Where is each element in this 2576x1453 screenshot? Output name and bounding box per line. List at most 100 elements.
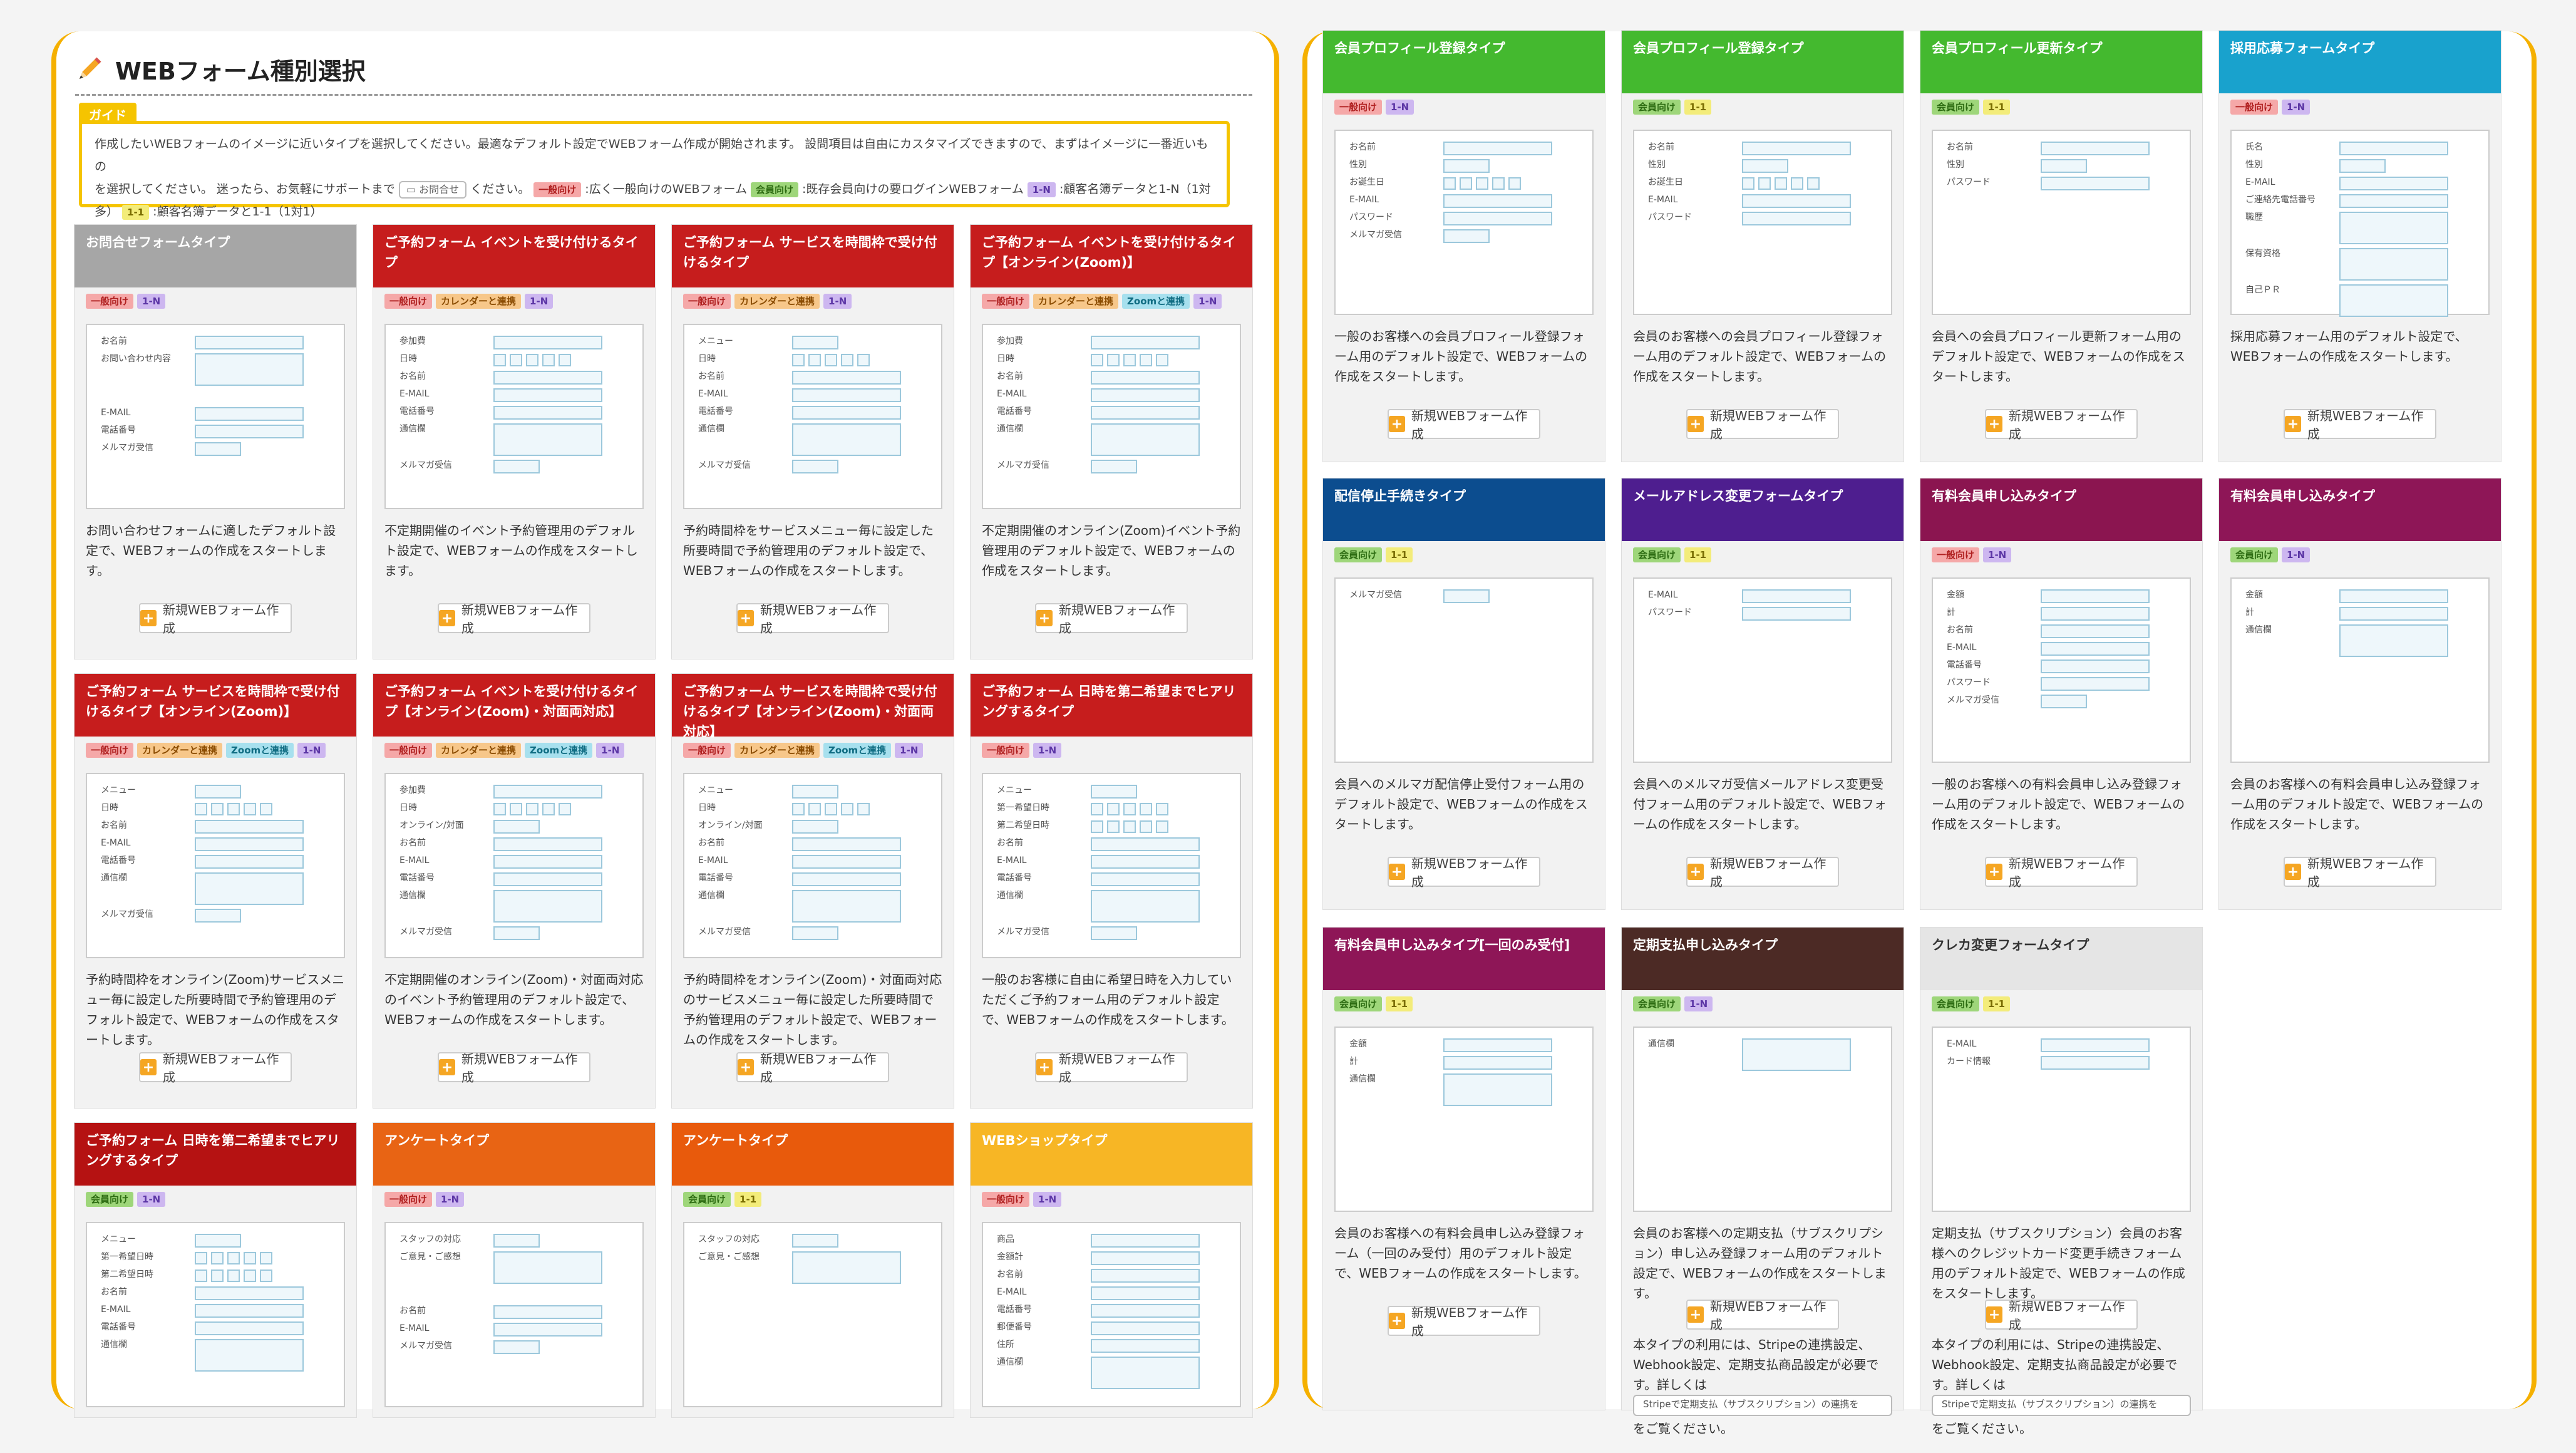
card-description: 一般のお客様への会員プロフィール登録フォーム用のデフォルト設定で、WEBフォーム… xyxy=(1334,329,1588,384)
card-title[interactable]: お問合せフォームタイプ xyxy=(75,225,356,287)
preview-input-box xyxy=(493,371,602,385)
card-title[interactable]: 採用応募フォームタイプ xyxy=(2219,31,2501,93)
new-webform-button-label: 新規WEBフォーム作成 xyxy=(1411,856,1528,889)
form-type-card: アンケートタイプ 会員向け 1-1 スタッフの対応 ご意見・ご感想 xyxy=(671,1122,954,1418)
card-title[interactable]: 配信停止手続きタイプ xyxy=(1323,478,1605,541)
preview-field-label: メニュー xyxy=(101,785,136,795)
new-webform-button[interactable]: + 新規WEBフォーム作成 xyxy=(2284,856,2436,889)
form-preview[interactable]: スタッフの対応 ご意見・ご感想 お名前 E-MAIL メルマガ受信 xyxy=(384,1222,644,1407)
card-tags: 一般向け 1-N xyxy=(373,1186,655,1217)
preview-field-label: パスワード xyxy=(1947,177,1991,187)
card-title[interactable]: 有料会員申し込みタイプ xyxy=(1920,478,2202,541)
form-preview[interactable]: メニュー 日時 お名前 E-MAIL 電話番号 通信欄 メルマガ受信 xyxy=(86,773,345,958)
form-preview[interactable]: 氏名 性別 E-MAIL ご連絡先電話番号 職歴 保有資格 自己ＰＲ xyxy=(2230,130,2490,317)
form-preview[interactable]: お名前 性別 パスワード xyxy=(1932,130,2191,315)
form-preview[interactable]: E-MAIL カード情報 xyxy=(1932,1026,2191,1212)
chat-icon: ▭ xyxy=(406,183,420,195)
form-preview[interactable]: 通信欄 xyxy=(1633,1026,1892,1212)
new-webform-button[interactable]: + 新規WEBフォーム作成 xyxy=(1035,1052,1188,1085)
card-title[interactable]: ご予約フォーム サービスを時間枠で受け付けるタイプ【オンライン(Zoom)】 xyxy=(75,674,356,737)
preview-field-row: 通信欄 xyxy=(399,888,629,924)
new-webform-button[interactable]: + 新規WEBフォーム作成 xyxy=(1985,1299,2138,1332)
card-tag: 一般向け xyxy=(86,294,134,309)
form-preview[interactable]: メニュー 第一希望日時 第二希望日時 お名前 E-MAIL 電話番号 通信欄 xyxy=(86,1222,345,1407)
preview-input-box xyxy=(195,1339,304,1372)
card-title[interactable]: ご予約フォーム イベントを受け付けるタイプ【オンライン(Zoom)】 xyxy=(971,225,1252,287)
new-webform-button[interactable]: + 新規WEBフォーム作成 xyxy=(1388,856,1540,889)
form-preview[interactable]: E-MAIL パスワード xyxy=(1633,577,1892,763)
card-title[interactable]: アンケートタイプ xyxy=(672,1123,954,1186)
preview-input-box xyxy=(792,872,901,886)
preview-date-box xyxy=(1140,354,1152,366)
card-tag: 1-1 xyxy=(734,1192,762,1207)
inquiry-button[interactable]: ▭ お問合せ xyxy=(398,180,467,199)
form-preview[interactable]: 参加費 日時 お名前 E-MAIL 電話番号 通信欄 メルマガ受信 xyxy=(982,324,1241,509)
preview-field-label: お名前 xyxy=(399,1306,426,1316)
form-preview[interactable]: 商品 金額計 お名前 E-MAIL 電話番号 郵便番号 住所 通信欄 xyxy=(982,1222,1241,1407)
card-title[interactable]: ご予約フォーム イベントを受け付けるタイプ【オンライン(Zoom)・対面両対応】 xyxy=(373,674,655,737)
new-webform-button[interactable]: + 新規WEBフォーム作成 xyxy=(736,602,889,636)
preview-date-box xyxy=(841,354,853,366)
form-preview[interactable]: メルマガ受信 xyxy=(1334,577,1594,763)
card-title[interactable]: クレカ変更フォームタイプ xyxy=(1920,928,2202,990)
form-preview[interactable]: メニュー 日時 お名前 E-MAIL 電話番号 通信欄 メルマガ受信 xyxy=(683,324,942,509)
card-title[interactable]: ご予約フォーム 日時を第二希望までヒアリングするタイプ xyxy=(75,1123,356,1186)
new-webform-button[interactable]: + 新規WEBフォーム作成 xyxy=(438,602,590,636)
card-title[interactable]: 定期支払申し込みタイプ xyxy=(1622,928,1904,990)
form-preview[interactable]: お名前 お問い合わせ内容 E-MAIL 電話番号 メルマガ受信 xyxy=(86,324,345,509)
card-title[interactable]: ご予約フォーム サービスを時間枠で受け付けるタイプ xyxy=(672,225,954,287)
form-preview[interactable]: お名前 性別 お誕生日 E-MAIL パスワード xyxy=(1633,130,1892,315)
form-preview[interactable]: メニュー 日時 オンライン/対面 お名前 E-MAIL 電話番号 通信欄 メルマガ受信 xyxy=(683,773,942,958)
new-webform-button[interactable]: + 新規WEBフォーム作成 xyxy=(1686,856,1839,889)
new-webform-button[interactable]: + 新規WEBフォーム作成 xyxy=(139,602,292,636)
card-title[interactable]: WEBショップタイプ xyxy=(971,1123,1252,1186)
preview-field-row: E-MAIL xyxy=(1947,1037,2176,1054)
card-title[interactable]: ご予約フォーム サービスを時間枠で受け付けるタイプ【オンライン(Zoom)・対面… xyxy=(672,674,954,739)
card-tags: 会員向け 1-N xyxy=(2219,541,2501,572)
card-tags: 会員向け 1-1 xyxy=(1323,990,1605,1021)
preview-input-box xyxy=(1091,1357,1200,1389)
new-webform-button[interactable]: + 新規WEBフォーム作成 xyxy=(139,1052,292,1085)
form-preview[interactable]: 参加費 日時 お名前 E-MAIL 電話番号 通信欄 メルマガ受信 xyxy=(384,324,644,509)
preview-field-row: メルマガ受信 xyxy=(399,458,629,475)
new-webform-button[interactable]: + 新規WEBフォーム作成 xyxy=(1686,1299,1839,1332)
new-webform-button[interactable]: + 新規WEBフォーム作成 xyxy=(1388,1305,1540,1338)
card-title[interactable]: ご予約フォーム 日時を第二希望までヒアリングするタイプ xyxy=(971,674,1252,737)
new-webform-button-label: 新規WEBフォーム作成 xyxy=(760,1052,877,1085)
stripe-guide-link[interactable]: Stripeで定期支払（サブスクリプション）の連携を xyxy=(1932,1395,2191,1416)
card-title[interactable]: 有料会員申し込みタイプ[一回のみ受付] xyxy=(1323,928,1605,990)
preview-date-box xyxy=(510,354,522,366)
form-preview[interactable]: 金額計通信欄 xyxy=(2230,577,2490,763)
form-preview[interactable]: スタッフの対応 ご意見・ご感想 xyxy=(683,1222,942,1407)
card-title[interactable]: メールアドレス変更フォームタイプ xyxy=(1622,478,1904,541)
new-webform-button[interactable]: + 新規WEBフォーム作成 xyxy=(1035,602,1188,636)
form-preview[interactable]: 金額計お名前 E-MAIL 電話番号 パスワード メルマガ受信 xyxy=(1932,577,2191,763)
new-webform-button[interactable]: + 新規WEBフォーム作成 xyxy=(1985,856,2138,889)
plus-icon: + xyxy=(1389,864,1405,880)
card-title[interactable]: 会員プロフィール登録タイプ xyxy=(1323,31,1605,93)
card-description: 採用応募フォーム用のデフォルト設定で、WEBフォームの作成をスタートします。 xyxy=(2230,329,2468,364)
new-webform-button[interactable]: + 新規WEBフォーム作成 xyxy=(1985,408,2138,442)
new-webform-button[interactable]: + 新規WEBフォーム作成 xyxy=(2284,408,2436,442)
form-preview[interactable]: 参加費 日時 オンライン/対面 お名前 E-MAIL 電話番号 通信欄 メルマガ受信 xyxy=(384,773,644,958)
preview-field-row: 職歴 xyxy=(2245,210,2475,246)
form-preview[interactable]: お名前 性別 お誕生日 E-MAIL パスワード メルマガ受信 xyxy=(1334,130,1594,315)
preview-field-row: メニュー xyxy=(101,1232,330,1249)
preview-field-row: オンライン/対面 xyxy=(698,818,927,835)
preview-field-row: 電話番号 xyxy=(997,404,1226,421)
new-webform-button[interactable]: + 新規WEBフォーム作成 xyxy=(438,1052,590,1085)
preview-date-inputs xyxy=(493,803,571,815)
stripe-guide-link[interactable]: Stripeで定期支払（サブスクリプション）の連携を xyxy=(1633,1395,1892,1416)
card-title[interactable]: 有料会員申し込みタイプ xyxy=(2219,478,2501,541)
preview-field-label: 電話番号 xyxy=(101,1322,136,1332)
form-preview[interactable]: 金額計通信欄 xyxy=(1334,1026,1594,1212)
card-title[interactable]: ご予約フォーム イベントを受け付けるタイプ xyxy=(373,225,655,287)
card-title[interactable]: 会員プロフィール更新タイプ xyxy=(1920,31,2202,93)
new-webform-button[interactable]: + 新規WEBフォーム作成 xyxy=(1686,408,1839,442)
card-tag: 1-1 xyxy=(1983,100,2011,115)
form-preview[interactable]: メニュー 第一希望日時 第二希望日時 お名前 E-MAIL 電話番号 通信欄 メルマガ受信 xyxy=(982,773,1241,958)
card-title[interactable]: 会員プロフィール登録タイプ xyxy=(1622,31,1904,93)
card-title[interactable]: アンケートタイプ xyxy=(373,1123,655,1186)
new-webform-button[interactable]: + 新規WEBフォーム作成 xyxy=(736,1052,889,1085)
new-webform-button[interactable]: + 新規WEBフォーム作成 xyxy=(1388,408,1540,442)
